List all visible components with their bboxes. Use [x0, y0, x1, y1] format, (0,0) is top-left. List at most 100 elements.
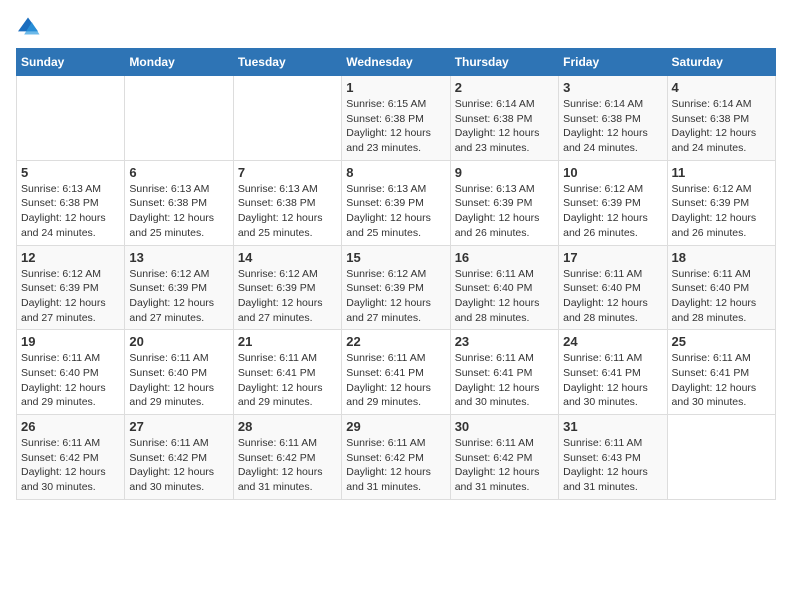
calendar-week-row: 19 Sunrise: 6:11 AM Sunset: 6:40 PM Dayli…: [17, 330, 776, 415]
calendar-cell: 25 Sunrise: 6:11 AM Sunset: 6:41 PM Dayli…: [667, 330, 775, 415]
day-info: Sunrise: 6:11 AM Sunset: 6:41 PM Dayligh…: [455, 351, 554, 410]
day-info: Sunrise: 6:11 AM Sunset: 6:42 PM Dayligh…: [455, 436, 554, 495]
day-info: Sunrise: 6:11 AM Sunset: 6:41 PM Dayligh…: [563, 351, 662, 410]
day-info: Sunrise: 6:11 AM Sunset: 6:41 PM Dayligh…: [346, 351, 445, 410]
day-info: Sunrise: 6:14 AM Sunset: 6:38 PM Dayligh…: [455, 97, 554, 156]
day-number: 24: [563, 334, 662, 349]
calendar-cell: 31Sunrise: 6:11 AM Sunset: 6:43 PM Dayli…: [559, 415, 667, 500]
day-number: 29: [346, 419, 445, 434]
calendar-table: SundayMondayTuesdayWednesdayThursdayFrid…: [16, 48, 776, 500]
calendar-cell: 3 Sunrise: 6:14 AM Sunset: 6:38 PM Daylig…: [559, 76, 667, 161]
day-info: Sunrise: 6:13 AM Sunset: 6:38 PM Dayligh…: [21, 182, 120, 241]
day-info: Sunrise: 6:13 AM Sunset: 6:39 PM Dayligh…: [346, 182, 445, 241]
calendar-cell: 14 Sunrise: 6:12 AM Sunset: 6:39 PM Dayli…: [233, 245, 341, 330]
calendar-cell: [17, 76, 125, 161]
calendar-cell: 22 Sunrise: 6:11 AM Sunset: 6:41 PM Dayli…: [342, 330, 450, 415]
weekday-header-row: SundayMondayTuesdayWednesdayThursdayFrid…: [17, 49, 776, 76]
calendar-cell: 21 Sunrise: 6:11 AM Sunset: 6:41 PM Dayli…: [233, 330, 341, 415]
calendar-week-row: 26 Sunrise: 6:11 AM Sunset: 6:42 PM Dayli…: [17, 415, 776, 500]
day-info: Sunrise: 6:12 AM Sunset: 6:39 PM Dayligh…: [346, 267, 445, 326]
day-number: 4: [672, 80, 771, 95]
calendar-cell: 6 Sunrise: 6:13 AM Sunset: 6:38 PM Daylig…: [125, 160, 233, 245]
day-info: Sunrise: 6:11 AM Sunset: 6:41 PM Dayligh…: [238, 351, 337, 410]
day-number: 16: [455, 250, 554, 265]
calendar-cell: 30 Sunrise: 6:11 AM Sunset: 6:42 PM Dayli…: [450, 415, 558, 500]
day-number: 1: [346, 80, 445, 95]
calendar-cell: 29 Sunrise: 6:11 AM Sunset: 6:42 PM Dayli…: [342, 415, 450, 500]
calendar-cell: 8 Sunrise: 6:13 AM Sunset: 6:39 PM Daylig…: [342, 160, 450, 245]
calendar-cell: 28 Sunrise: 6:11 AM Sunset: 6:42 PM Dayli…: [233, 415, 341, 500]
day-number: 26: [21, 419, 120, 434]
weekday-header-wednesday: Wednesday: [342, 49, 450, 76]
day-info: Sunrise: 6:11 AM Sunset: 6:41 PM Dayligh…: [672, 351, 771, 410]
day-info: Sunrise: 6:11 AM Sunset: 6:42 PM Dayligh…: [238, 436, 337, 495]
calendar-cell: 7 Sunrise: 6:13 AM Sunset: 6:38 PM Daylig…: [233, 160, 341, 245]
logo: [16, 16, 44, 36]
calendar-cell: 15Sunrise: 6:12 AM Sunset: 6:39 PM Dayli…: [342, 245, 450, 330]
calendar-cell: 9 Sunrise: 6:13 AM Sunset: 6:39 PM Daylig…: [450, 160, 558, 245]
day-number: 28: [238, 419, 337, 434]
weekday-header-monday: Monday: [125, 49, 233, 76]
calendar-cell: 2 Sunrise: 6:14 AM Sunset: 6:38 PM Daylig…: [450, 76, 558, 161]
calendar-cell: 17 Sunrise: 6:11 AM Sunset: 6:40 PM Dayli…: [559, 245, 667, 330]
calendar-cell: 26 Sunrise: 6:11 AM Sunset: 6:42 PM Dayli…: [17, 415, 125, 500]
day-number: 25: [672, 334, 771, 349]
day-number: 7: [238, 165, 337, 180]
day-info: Sunrise: 6:12 AM Sunset: 6:39 PM Dayligh…: [238, 267, 337, 326]
calendar-cell: 10Sunrise: 6:12 AM Sunset: 6:39 PM Dayli…: [559, 160, 667, 245]
day-number: 18: [672, 250, 771, 265]
day-number: 14: [238, 250, 337, 265]
calendar-cell: [233, 76, 341, 161]
day-info: Sunrise: 6:11 AM Sunset: 6:42 PM Dayligh…: [346, 436, 445, 495]
day-info: Sunrise: 6:13 AM Sunset: 6:39 PM Dayligh…: [455, 182, 554, 241]
calendar-week-row: 1 Sunrise: 6:15 AM Sunset: 6:38 PM Daylig…: [17, 76, 776, 161]
day-info: Sunrise: 6:12 AM Sunset: 6:39 PM Dayligh…: [21, 267, 120, 326]
calendar-week-row: 5 Sunrise: 6:13 AM Sunset: 6:38 PM Daylig…: [17, 160, 776, 245]
generalblue-logo-icon: [16, 16, 40, 36]
calendar-cell: 27Sunrise: 6:11 AM Sunset: 6:42 PM Dayli…: [125, 415, 233, 500]
calendar-body: 1 Sunrise: 6:15 AM Sunset: 6:38 PM Daylig…: [17, 76, 776, 500]
day-number: 20: [129, 334, 228, 349]
day-info: Sunrise: 6:11 AM Sunset: 6:40 PM Dayligh…: [563, 267, 662, 326]
day-number: 13: [129, 250, 228, 265]
day-info: Sunrise: 6:13 AM Sunset: 6:38 PM Dayligh…: [238, 182, 337, 241]
day-number: 17: [563, 250, 662, 265]
day-info: Sunrise: 6:12 AM Sunset: 6:39 PM Dayligh…: [563, 182, 662, 241]
calendar-cell: 1 Sunrise: 6:15 AM Sunset: 6:38 PM Daylig…: [342, 76, 450, 161]
calendar-week-row: 12 Sunrise: 6:12 AM Sunset: 6:39 PM Dayli…: [17, 245, 776, 330]
day-info: Sunrise: 6:14 AM Sunset: 6:38 PM Dayligh…: [672, 97, 771, 156]
day-info: Sunrise: 6:11 AM Sunset: 6:42 PM Dayligh…: [21, 436, 120, 495]
day-number: 12: [21, 250, 120, 265]
day-number: 22: [346, 334, 445, 349]
calendar-cell: 5 Sunrise: 6:13 AM Sunset: 6:38 PM Daylig…: [17, 160, 125, 245]
calendar-cell: [125, 76, 233, 161]
weekday-header-tuesday: Tuesday: [233, 49, 341, 76]
day-number: 30: [455, 419, 554, 434]
day-info: Sunrise: 6:11 AM Sunset: 6:40 PM Dayligh…: [129, 351, 228, 410]
day-info: Sunrise: 6:13 AM Sunset: 6:38 PM Dayligh…: [129, 182, 228, 241]
calendar-cell: 19 Sunrise: 6:11 AM Sunset: 6:40 PM Dayli…: [17, 330, 125, 415]
calendar-cell: 18 Sunrise: 6:11 AM Sunset: 6:40 PM Dayli…: [667, 245, 775, 330]
day-number: 5: [21, 165, 120, 180]
day-number: 3: [563, 80, 662, 95]
calendar-cell: 12 Sunrise: 6:12 AM Sunset: 6:39 PM Dayli…: [17, 245, 125, 330]
day-number: 11: [672, 165, 771, 180]
calendar-cell: 16Sunrise: 6:11 AM Sunset: 6:40 PM Dayli…: [450, 245, 558, 330]
day-info: Sunrise: 6:11 AM Sunset: 6:40 PM Dayligh…: [21, 351, 120, 410]
day-number: 2: [455, 80, 554, 95]
day-number: 23: [455, 334, 554, 349]
day-number: 19: [21, 334, 120, 349]
calendar-cell: 11Sunrise: 6:12 AM Sunset: 6:39 PM Dayli…: [667, 160, 775, 245]
day-info: Sunrise: 6:14 AM Sunset: 6:38 PM Dayligh…: [563, 97, 662, 156]
calendar-cell: 23 Sunrise: 6:11 AM Sunset: 6:41 PM Dayli…: [450, 330, 558, 415]
day-number: 9: [455, 165, 554, 180]
weekday-header-friday: Friday: [559, 49, 667, 76]
day-info: Sunrise: 6:11 AM Sunset: 6:40 PM Dayligh…: [672, 267, 771, 326]
day-number: 31: [563, 419, 662, 434]
weekday-header-sunday: Sunday: [17, 49, 125, 76]
day-number: 8: [346, 165, 445, 180]
day-number: 6: [129, 165, 228, 180]
day-number: 21: [238, 334, 337, 349]
day-info: Sunrise: 6:15 AM Sunset: 6:38 PM Dayligh…: [346, 97, 445, 156]
day-info: Sunrise: 6:12 AM Sunset: 6:39 PM Dayligh…: [129, 267, 228, 326]
